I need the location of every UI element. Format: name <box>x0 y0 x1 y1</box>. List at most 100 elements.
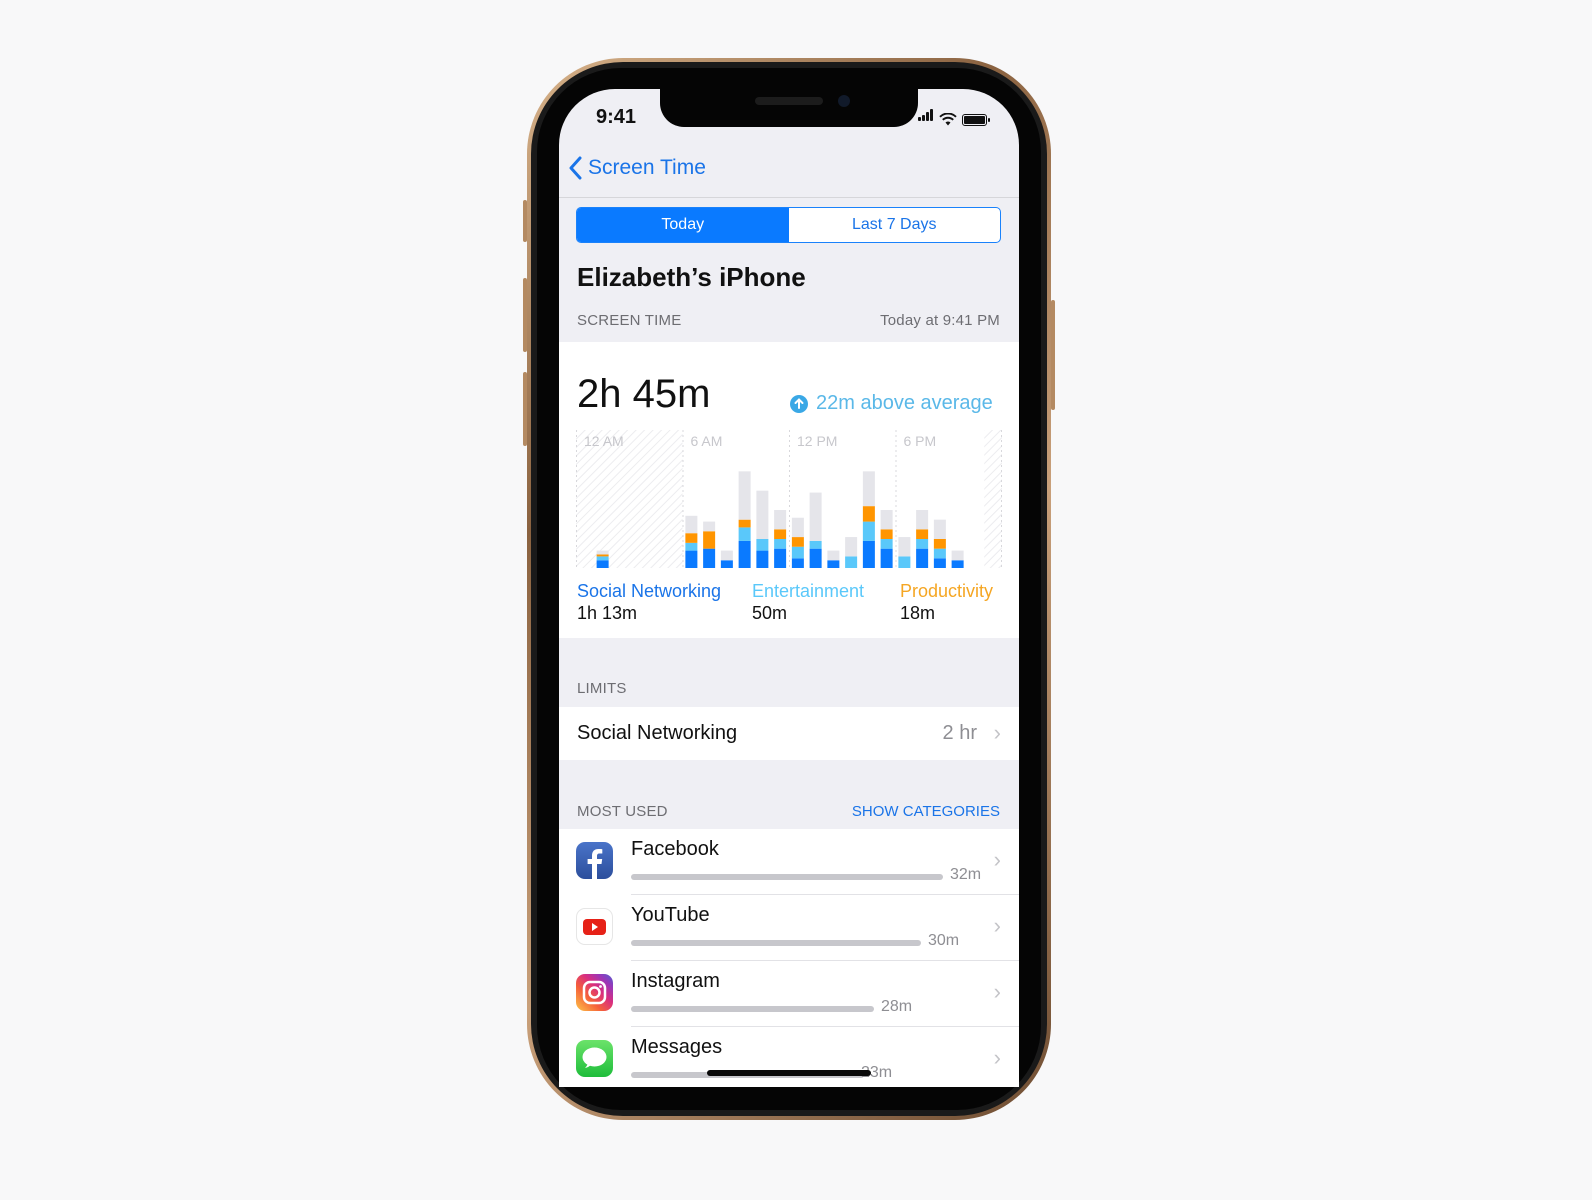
bar-other-hour-10 <box>756 490 769 539</box>
bar-social-networking-hour-19 <box>916 548 929 568</box>
usage-bar <box>631 1006 874 1012</box>
legend-social-networking: Social Networking <box>577 581 722 601</box>
bar-entertainment-hour-19 <box>916 539 929 549</box>
battery-icon <box>962 114 990 126</box>
volume-up-button <box>523 278 527 352</box>
bar-social-networking-hour-17 <box>880 548 893 568</box>
inactive-hours-hatch <box>576 430 683 568</box>
youtube-icon <box>576 908 613 945</box>
legend-productivity-value: 18m <box>900 603 936 623</box>
bar-entertainment-hour-10 <box>756 539 769 551</box>
limits-header: LIMITS <box>577 680 627 697</box>
legend-social-networking-value: 1h 13m <box>577 603 638 623</box>
bar-productivity-hour-19 <box>916 529 929 539</box>
segment-today[interactable]: Today <box>577 208 789 242</box>
limit-row-social-networking[interactable]: Social Networking 2 hr › <box>559 707 1019 760</box>
bar-social-networking-hour-11 <box>774 548 787 568</box>
tick-label: 6 PM <box>904 433 937 449</box>
bar-entertainment-hour-1 <box>596 556 609 561</box>
total-screen-time: 2h 45m <box>577 372 711 416</box>
bar-entertainment-hour-16 <box>862 521 875 541</box>
chevron-right-icon: › <box>993 847 1001 872</box>
chevron-right-icon: › <box>993 979 1001 1004</box>
tick-label: 12 AM <box>584 433 624 449</box>
bar-social-networking-hour-14 <box>827 560 840 568</box>
chevron-right-icon: › <box>993 720 1001 745</box>
app-row-youtube[interactable]: YouTube 30m › <box>559 895 1019 961</box>
home-indicator[interactable] <box>707 1070 871 1076</box>
bar-productivity-hour-1 <box>596 554 609 557</box>
bar-other-hour-20 <box>933 519 946 539</box>
nav-divider <box>559 197 1019 198</box>
bar-other-hour-15 <box>845 537 858 557</box>
limit-value: 2 hr <box>942 722 977 744</box>
chevron-right-icon: › <box>993 1045 1001 1070</box>
front-camera <box>838 95 850 107</box>
tick-label: 12 PM <box>797 433 837 449</box>
segment-last-7-days[interactable]: Last 7 Days <box>789 208 1001 242</box>
bar-entertainment-hour-17 <box>880 539 893 549</box>
app-name: Instagram <box>631 970 720 992</box>
bar-other-hour-14 <box>827 550 840 561</box>
most-used-header: MOST USED <box>577 803 668 820</box>
bar-other-hour-9 <box>738 471 751 520</box>
average-comparison: 22m above average <box>790 392 993 415</box>
chevron-left-icon <box>569 156 582 180</box>
bar-social-networking-hour-7 <box>703 548 716 568</box>
legend-entertainment-value: 50m <box>752 603 788 623</box>
app-row-facebook[interactable]: Facebook 32m › <box>559 829 1019 895</box>
arrow-up-circle-icon <box>790 394 808 413</box>
back-label: Screen Time <box>588 156 706 179</box>
bar-social-networking-hour-20 <box>933 558 946 568</box>
screen-time-header: SCREEN TIME <box>577 312 682 329</box>
usage-value: 32m <box>950 866 982 883</box>
app-name: Messages <box>631 1036 723 1058</box>
bar-entertainment-hour-9 <box>738 527 751 541</box>
side-button <box>1051 300 1055 410</box>
bar-other-hour-17 <box>880 510 893 530</box>
bar-other-hour-11 <box>774 510 787 530</box>
bar-social-networking-hour-10 <box>756 550 769 568</box>
bar-productivity-hour-11 <box>774 529 787 539</box>
status-icons <box>918 108 990 126</box>
hourly-usage-chart: 12 AM 6 AM 12 PM 6 PM <box>576 430 1002 568</box>
bar-entertainment-hour-15 <box>845 556 858 568</box>
bar-other-hour-21 <box>951 550 964 561</box>
inactive-hours-hatch <box>984 430 1002 568</box>
legend-productivity: Productivity <box>900 581 994 601</box>
bar-social-networking-hour-9 <box>738 540 751 568</box>
bar-entertainment-hour-6 <box>685 542 698 551</box>
wifi-icon <box>939 113 957 126</box>
period-segmented-control: Today Last 7 Days <box>576 207 1001 243</box>
bar-productivity-hour-17 <box>880 529 893 539</box>
bar-other-hour-19 <box>916 510 929 530</box>
tick-label: 6 AM <box>691 433 723 449</box>
bar-social-networking-hour-6 <box>685 550 698 568</box>
usage-bar <box>631 940 921 946</box>
app-name: Facebook <box>631 838 719 860</box>
bar-productivity-hour-7 <box>703 531 716 549</box>
bar-social-networking-hour-8 <box>720 560 733 568</box>
bar-other-hour-1 <box>596 550 609 555</box>
back-button[interactable]: Screen Time <box>568 156 706 180</box>
bar-social-networking-hour-1 <box>596 560 609 568</box>
bar-other-hour-16 <box>862 471 875 507</box>
legend-entertainment: Entertainment <box>752 581 865 601</box>
bar-productivity-hour-20 <box>933 539 946 549</box>
mute-switch <box>523 200 527 242</box>
device-title: Elizabeth’s iPhone <box>577 262 806 292</box>
show-categories-button[interactable]: SHOW CATEGORIES <box>852 803 1000 820</box>
speaker <box>755 97 823 105</box>
app-row-messages[interactable]: Messages 23m › <box>559 1027 1019 1087</box>
bar-other-hour-13 <box>809 492 822 541</box>
app-name: YouTube <box>631 904 710 926</box>
bar-other-hour-12 <box>791 517 804 538</box>
bar-social-networking-hour-16 <box>862 540 875 568</box>
bar-productivity-hour-16 <box>862 506 875 522</box>
chevron-right-icon: › <box>993 913 1001 938</box>
bar-other-hour-8 <box>720 550 733 561</box>
volume-down-button <box>523 372 527 446</box>
limit-label: Social Networking <box>577 722 738 744</box>
bar-entertainment-hour-18 <box>898 556 911 568</box>
app-row-instagram[interactable]: Instagram 28m › <box>559 961 1019 1027</box>
